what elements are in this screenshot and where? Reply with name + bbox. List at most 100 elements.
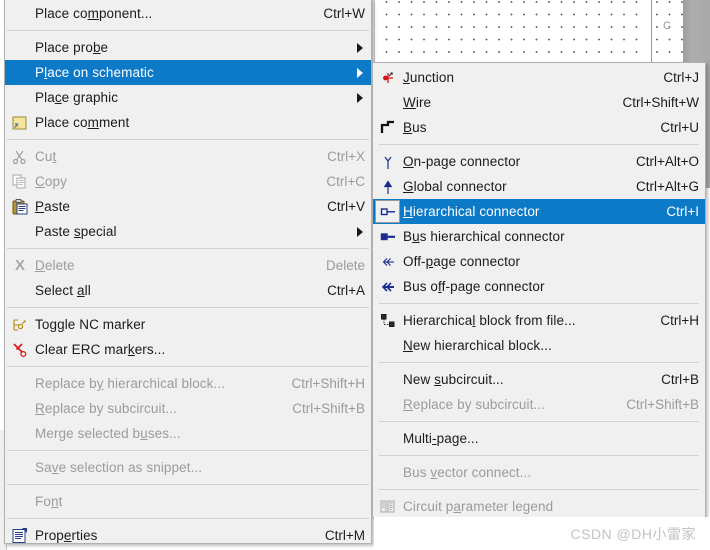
- menu-item-accelerator: Ctrl+I: [666, 204, 699, 219]
- menu-item-icon-slot: [5, 60, 35, 85]
- menu-item-on-page-connector[interactable]: On-page connector Ctrl+Alt+O: [373, 149, 705, 174]
- menu-item-junction[interactable]: Junction Ctrl+J: [373, 65, 705, 90]
- menu-item-select-all[interactable]: Select all Ctrl+A: [5, 278, 371, 303]
- circuit-legend-icon: [373, 494, 403, 519]
- menu-separator: [379, 144, 699, 145]
- menu-item-label: Off-page connector: [403, 254, 521, 269]
- clear-erc-icon-glyph: [11, 341, 29, 359]
- hierarchical-block-icon: [373, 308, 403, 333]
- menu-separator: [7, 484, 369, 485]
- bus-icon: [373, 115, 403, 140]
- menu-separator: [379, 303, 699, 304]
- bus-hierarchical-connector-icon: [373, 224, 403, 249]
- menu-item-icon-slot: [373, 460, 403, 485]
- global-connector-icon: [373, 174, 403, 199]
- menu-item-place-on-schematic[interactable]: Place on schematic: [5, 60, 371, 85]
- menu-item-properties[interactable]: Properties Ctrl+M: [5, 523, 371, 548]
- properties-icon-glyph: [11, 527, 29, 545]
- menu-item-accelerator: Ctrl+V: [327, 199, 365, 214]
- bus-offpage-connector-icon: [373, 274, 403, 299]
- menu-item-label: Hierarchical block from file...: [403, 313, 576, 328]
- menu-item-label: Paste: [35, 199, 71, 214]
- sheet-zone-label: C: [663, 20, 671, 32]
- menu-item-label: Bus vector connect...: [403, 465, 532, 480]
- menu-item-new-hierarchical-block[interactable]: New hierarchical block...: [373, 333, 705, 358]
- menu-item-icon-slot: [5, 489, 35, 514]
- menu-item-accelerator: Ctrl+H: [660, 313, 699, 328]
- menu-item-label: Delete: [35, 258, 75, 273]
- menu-item-label: On-page connector: [403, 154, 521, 169]
- menu-item-bus[interactable]: Bus Ctrl+U: [373, 115, 705, 140]
- menu-item-accelerator: Ctrl+J: [663, 70, 699, 85]
- menu-item-label: Toggle NC marker: [35, 317, 146, 332]
- menu-item-clear-erc-markers[interactable]: Clear ERC markers...: [5, 337, 371, 362]
- menu-separator: [7, 30, 369, 31]
- menu-item-label: Junction: [403, 70, 455, 85]
- menu-item-icon-slot: [5, 371, 35, 396]
- menu-item-label: Bus off-page connector: [403, 279, 545, 294]
- menu-separator: [7, 248, 369, 249]
- menu-item-icon-slot: [373, 333, 403, 358]
- context-menu-place-on-schematic[interactable]: Junction Ctrl+J Wire Ctrl+Shift+W Bus Ctrl+U O…: [372, 62, 706, 518]
- menu-item-accelerator: Ctrl+C: [326, 174, 365, 189]
- menu-item-accelerator: Ctrl+B: [661, 372, 699, 387]
- menu-item-paste-special[interactable]: Paste special: [5, 219, 371, 244]
- context-menu-main[interactable]: Place component... Ctrl+W Place probe Place…: [4, 0, 372, 544]
- menu-separator: [379, 362, 699, 363]
- menu-item-merge-selected-buses: Merge selected buses...: [5, 421, 371, 446]
- menu-item-bus-off-page-connector[interactable]: Bus off-page connector: [373, 274, 705, 299]
- menu-item-icon-slot: [5, 396, 35, 421]
- global-connector-icon-glyph: [379, 178, 397, 196]
- menu-item-accelerator: Ctrl+U: [660, 120, 699, 135]
- menu-item-icon-slot: [373, 426, 403, 451]
- menu-item-accelerator: Ctrl+Shift+H: [291, 376, 365, 391]
- menu-item-label: Hierarchical connector: [403, 204, 540, 219]
- scissors-icon-glyph: [11, 148, 29, 166]
- junction-icon-glyph: [379, 69, 397, 87]
- watermark-text: CSDN @DH小雷家: [570, 526, 696, 542]
- menu-item-place-component[interactable]: Place component... Ctrl+W: [5, 1, 371, 26]
- comment-icon-glyph: [11, 114, 29, 132]
- menu-item-label: Circuit parameter legend: [403, 499, 554, 514]
- menu-item-multi-page[interactable]: Multi-page...: [373, 426, 705, 451]
- menu-item-label: Replace by subcircuit...: [403, 397, 545, 412]
- hierarchical-connector-icon: [373, 199, 403, 224]
- menu-item-accelerator: Ctrl+X: [327, 149, 365, 164]
- menu-item-accelerator: Ctrl+Shift+B: [292, 401, 365, 416]
- menu-item-accelerator: Ctrl+Alt+G: [635, 179, 699, 194]
- menu-item-label: New hierarchical block...: [403, 338, 552, 353]
- menu-item-font: Font: [5, 489, 371, 514]
- paste-icon-glyph: [11, 198, 29, 216]
- menu-item-new-subcircuit[interactable]: New subcircuit... Ctrl+B: [373, 367, 705, 392]
- menu-item-global-connector[interactable]: Global connector Ctrl+Alt+G: [373, 174, 705, 199]
- menu-item-label: Replace by subcircuit...: [35, 401, 177, 416]
- copy-icon-glyph: [11, 173, 29, 191]
- menu-item-label: Global connector: [403, 179, 507, 194]
- comment-icon: [5, 110, 35, 135]
- menu-item-label: Clear ERC markers...: [35, 342, 166, 357]
- menu-item-toggle-nc-marker[interactable]: Toggle NC marker: [5, 312, 371, 337]
- menu-item-hierarchical-block-from-file[interactable]: Hierarchical block from file... Ctrl+H: [373, 308, 705, 333]
- bus-hierarchical-connector-icon-glyph: [379, 228, 397, 246]
- menu-item-place-graphic[interactable]: Place graphic: [5, 85, 371, 110]
- menu-item-bus-hierarchical-connector[interactable]: Bus hierarchical connector: [373, 224, 705, 249]
- menu-item-label: Font: [35, 494, 63, 509]
- menu-item-place-comment[interactable]: Place comment: [5, 110, 371, 135]
- menu-item-label: Replace by hierarchical block...: [35, 376, 226, 391]
- menu-item-off-page-connector[interactable]: Off-page connector: [373, 249, 705, 274]
- junction-icon: [373, 65, 403, 90]
- menu-item-wire[interactable]: Wire Ctrl+Shift+W: [373, 90, 705, 115]
- menu-item-cut: Cut Ctrl+X: [5, 144, 371, 169]
- menu-item-replace-by-subcircuit: Replace by subcircuit... Ctrl+Shift+B: [5, 396, 371, 421]
- menu-item-place-probe[interactable]: Place probe: [5, 35, 371, 60]
- copy-icon: [5, 169, 35, 194]
- menu-item-replace-by-hierarchical-block: Replace by hierarchical block... Ctrl+Shi…: [5, 371, 371, 396]
- menu-item-label: Bus hierarchical connector: [403, 229, 565, 244]
- hierarchical-connector-icon-glyph: [379, 203, 397, 221]
- onpage-connector-icon-glyph: [379, 153, 397, 171]
- menu-item-paste[interactable]: Paste Ctrl+V: [5, 194, 371, 219]
- properties-icon: [5, 523, 35, 548]
- menu-item-hierarchical-connector[interactable]: Hierarchical connector Ctrl+I: [373, 199, 705, 224]
- menu-item-save-selection-as-snippet: Save selection as snippet...: [5, 455, 371, 480]
- menu-item-icon-slot: [5, 219, 35, 244]
